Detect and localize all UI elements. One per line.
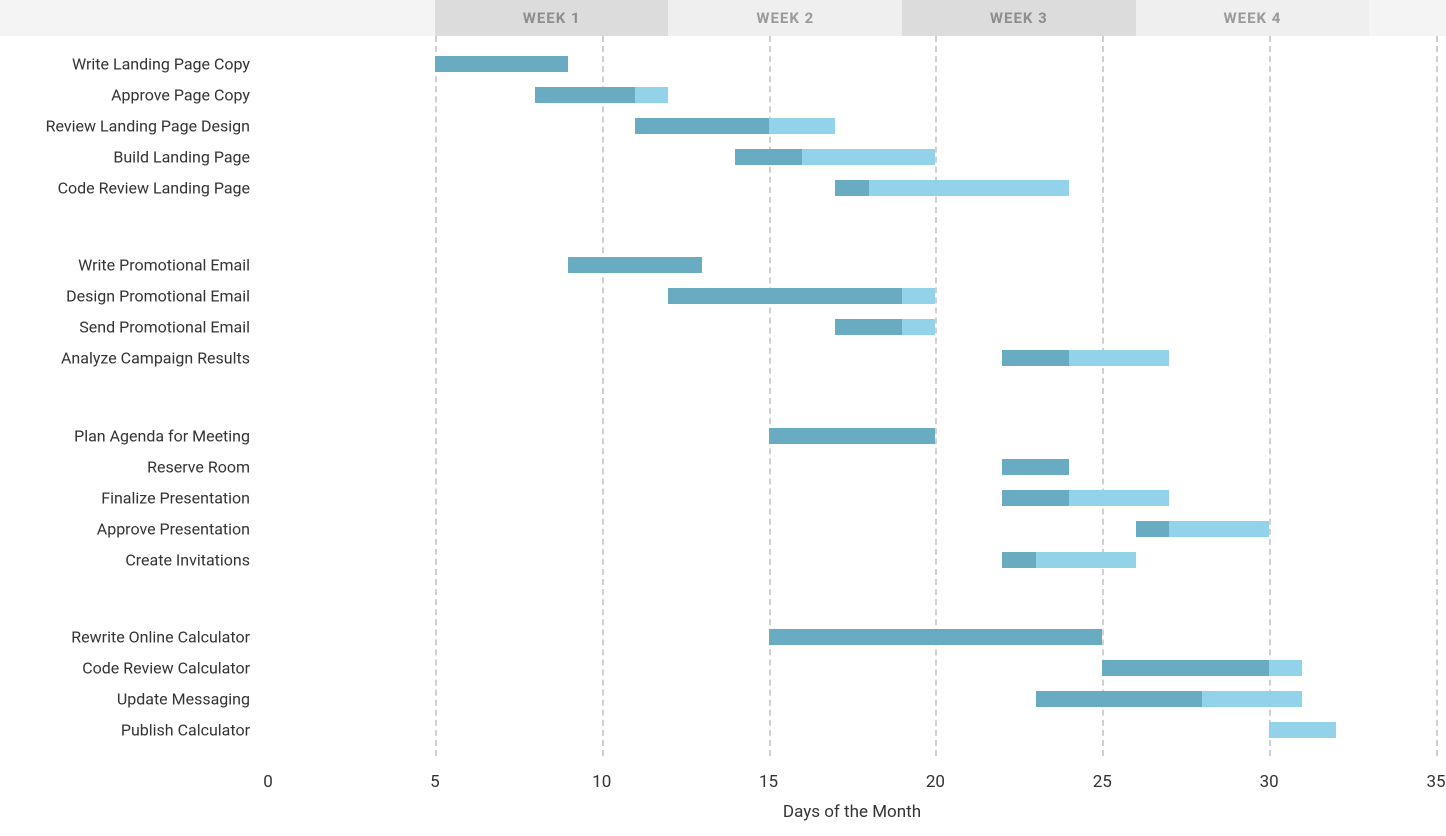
x-tick: 5: [430, 772, 440, 792]
week-header-lead: [268, 0, 435, 36]
task-bar-segment-primary: [535, 87, 635, 103]
task-bar-segment-secondary: [1269, 722, 1336, 738]
task-bar-segment-primary: [769, 428, 936, 444]
week-band: WEEK 4: [1136, 0, 1370, 36]
task-bar: [1102, 660, 1302, 676]
task-bar-segment-primary: [668, 288, 902, 304]
task-bar-segment-primary: [635, 118, 768, 134]
task-bar-segment-secondary: [769, 118, 836, 134]
x-tick: 20: [926, 772, 945, 792]
x-tick: 0: [263, 772, 273, 792]
week-band: WEEK 1: [435, 0, 669, 36]
plot-area: Write Landing Page CopyApprove Page Copy…: [0, 36, 1446, 756]
task-bar: [1002, 552, 1135, 568]
task-bar-segment-primary: [835, 180, 868, 196]
task-bar-segment-primary: [435, 56, 568, 72]
task-bar-segment-primary: [1136, 521, 1169, 537]
x-tick: 10: [592, 772, 611, 792]
task-bar-segment-secondary: [902, 319, 935, 335]
task-bar: [1002, 350, 1169, 366]
task-bar-segment-primary: [1002, 552, 1035, 568]
bars-layer: [0, 36, 1446, 756]
task-bar: [835, 319, 935, 335]
task-bar-segment-secondary: [1202, 691, 1302, 707]
task-bar-segment-primary: [769, 629, 1103, 645]
task-bar-segment-secondary: [1069, 490, 1169, 506]
x-axis: Days of the Month 0 5 10 15 20 25 30 35: [0, 756, 1446, 836]
task-bar: [535, 87, 668, 103]
task-bar-segment-secondary: [1036, 552, 1136, 568]
week-header-bands: WEEK 1WEEK 2WEEK 3WEEK 4: [268, 0, 1446, 36]
task-bar-segment-primary: [1102, 660, 1269, 676]
task-bar: [1269, 722, 1336, 738]
x-tick: 35: [1426, 772, 1445, 792]
task-bar-segment-primary: [1036, 691, 1203, 707]
task-bar-segment-primary: [1002, 490, 1069, 506]
x-tick: 30: [1260, 772, 1279, 792]
x-axis-label: Days of the Month: [783, 802, 921, 822]
gantt-chart: WEEK 1WEEK 2WEEK 3WEEK 4 Write Landing P…: [0, 0, 1446, 836]
task-bar: [668, 288, 935, 304]
week-header-spacer: [0, 0, 268, 36]
task-bar: [1002, 490, 1169, 506]
x-tick: 15: [759, 772, 778, 792]
task-bar-segment-secondary: [1069, 350, 1169, 366]
task-bar-segment-secondary: [1269, 660, 1302, 676]
week-header-tail: [1369, 0, 1446, 36]
task-bar-segment-primary: [568, 257, 701, 273]
week-header: WEEK 1WEEK 2WEEK 3WEEK 4: [0, 0, 1446, 36]
task-bar: [1002, 459, 1069, 475]
task-bar: [769, 428, 936, 444]
task-bar-segment-primary: [1002, 350, 1069, 366]
task-bar-segment-primary: [1002, 459, 1069, 475]
task-bar: [568, 257, 701, 273]
task-bar-segment-secondary: [635, 87, 668, 103]
task-bar: [735, 149, 935, 165]
task-bar-segment-primary: [835, 319, 902, 335]
task-bar-segment-secondary: [869, 180, 1069, 196]
task-bar: [1036, 691, 1303, 707]
week-band: WEEK 3: [902, 0, 1136, 36]
week-band: WEEK 2: [668, 0, 902, 36]
task-bar: [1136, 521, 1269, 537]
task-bar-segment-primary: [735, 149, 802, 165]
task-bar: [435, 56, 568, 72]
task-bar-segment-secondary: [902, 288, 935, 304]
task-bar: [835, 180, 1069, 196]
task-bar: [635, 118, 835, 134]
task-bar-segment-secondary: [802, 149, 935, 165]
task-bar: [769, 629, 1103, 645]
x-tick: 25: [1093, 772, 1112, 792]
task-bar-segment-secondary: [1169, 521, 1269, 537]
